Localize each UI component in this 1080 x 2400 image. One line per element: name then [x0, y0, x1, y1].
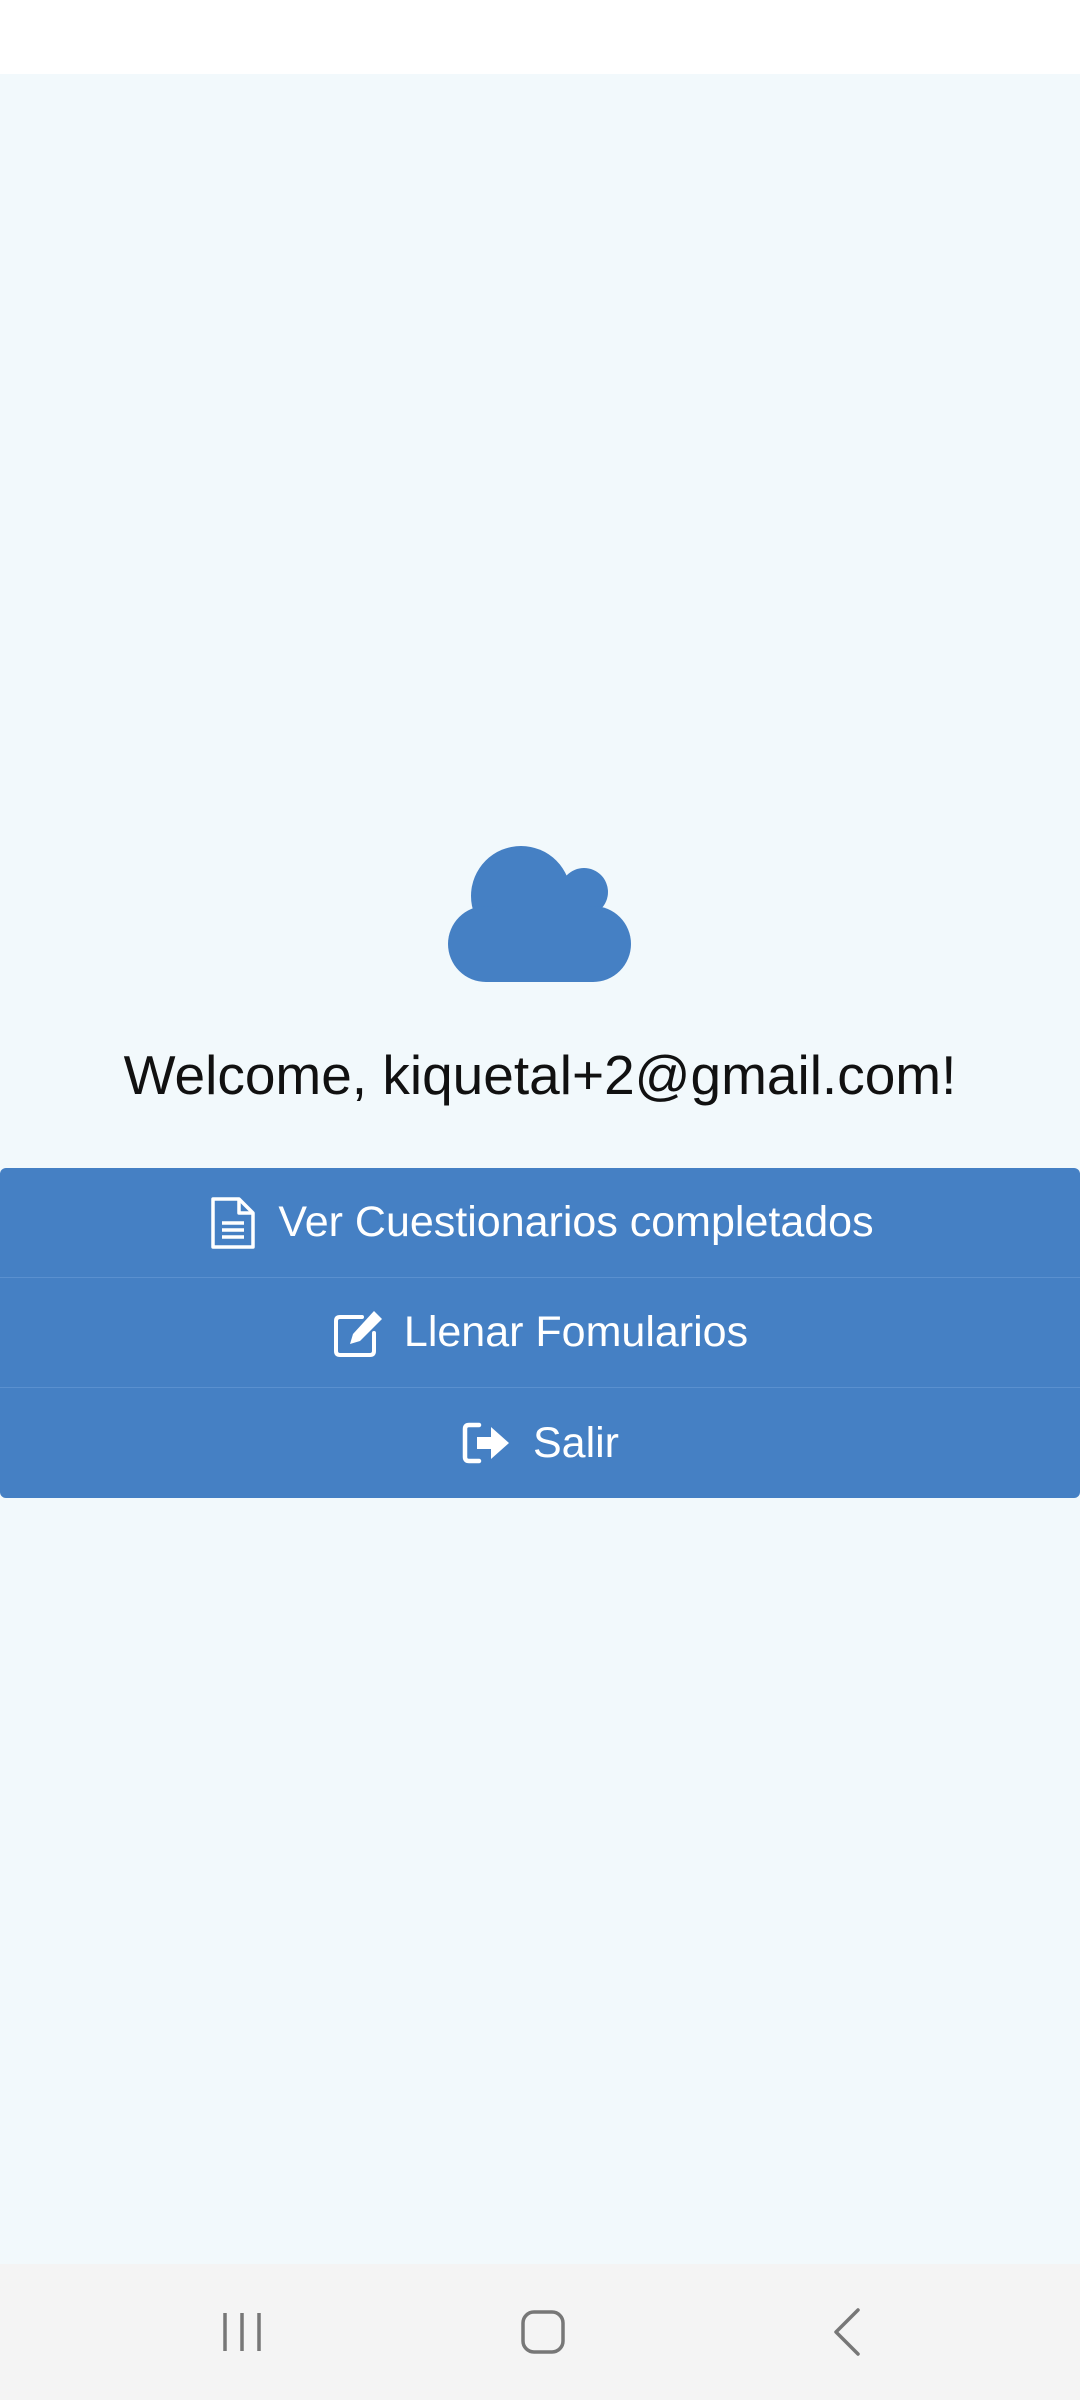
- home-button[interactable]: [443, 2264, 643, 2400]
- menu-button-group: Ver Cuestionarios completados Llenar Fom…: [0, 1168, 1080, 1498]
- fill-forms-button[interactable]: Llenar Fomularios: [0, 1278, 1080, 1388]
- back-button[interactable]: [747, 2264, 947, 2400]
- sign-out-icon: [461, 1417, 513, 1469]
- view-completed-questionnaires-label: Ver Cuestionarios completados: [278, 1198, 874, 1246]
- system-nav-bar: [0, 2264, 1080, 2400]
- sign-out-button[interactable]: Salir: [0, 1388, 1080, 1498]
- home-icon: [521, 2310, 565, 2354]
- recent-apps-icon: [223, 2313, 261, 2351]
- status-bar: [0, 0, 1080, 74]
- back-icon: [834, 2308, 860, 2356]
- cloud-icon: [448, 846, 631, 982]
- fill-forms-label: Llenar Fomularios: [403, 1308, 749, 1356]
- edit-icon: [332, 1307, 384, 1359]
- view-completed-questionnaires-button[interactable]: Ver Cuestionarios completados: [0, 1168, 1080, 1278]
- welcome-message: Welcome, kiquetal+2@gmail.com!: [123, 1044, 957, 1106]
- sign-out-label: Salir: [532, 1418, 620, 1467]
- app-screen: Welcome, kiquetal+2@gmail.com! Ver Cuest…: [0, 0, 1080, 2400]
- document-icon: [206, 1196, 258, 1249]
- recent-apps-button[interactable]: [142, 2264, 342, 2400]
